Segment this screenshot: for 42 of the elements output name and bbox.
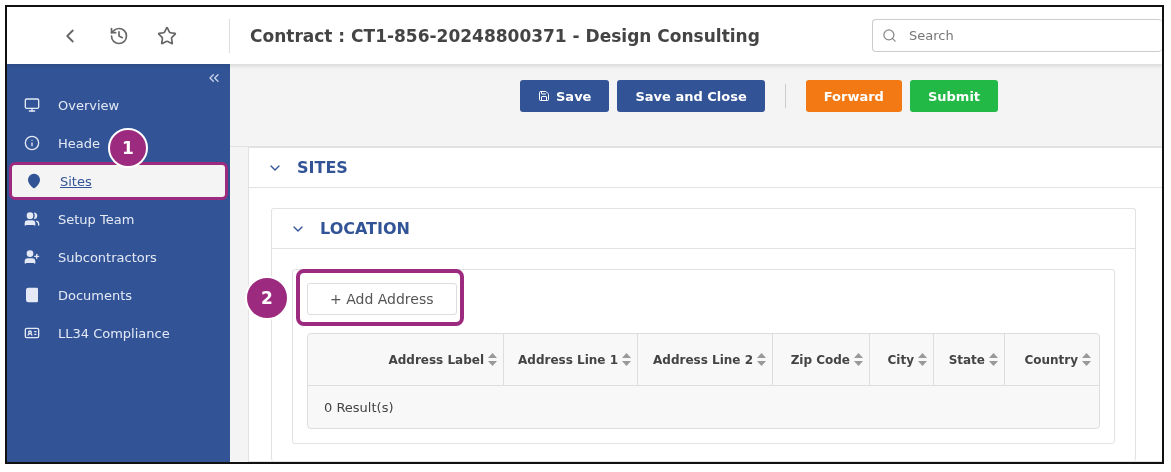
sidebar-item[interactable]: Documents — [7, 276, 138, 314]
section-title: LOCATION — [320, 219, 410, 238]
column-header[interactable]: Address Line 2 — [638, 334, 773, 385]
column-header[interactable]: City — [870, 334, 934, 385]
sort-icon[interactable] — [1082, 353, 1091, 366]
sort-icon[interactable] — [918, 353, 927, 366]
people-icon — [24, 211, 40, 227]
toolbar-button[interactable]: Save and Close — [617, 80, 765, 112]
sidebar-item[interactable]: Heade — [7, 124, 105, 162]
star-icon[interactable] — [157, 25, 177, 46]
sort-icon[interactable] — [622, 353, 631, 366]
toolbar-button[interactable]: Save — [520, 80, 610, 112]
column-header[interactable]: Address Line 1 — [504, 334, 638, 385]
page-title: Contract : CT1-856-20248800371 - Design Consulting — [250, 25, 761, 46]
callout-badge: 1 — [108, 128, 148, 168]
sidebar-item[interactable]: Setup Team — [7, 200, 140, 238]
result-count: 0 Result(s) — [323, 398, 395, 417]
sidebar-item[interactable]: Overview — [7, 86, 125, 124]
column-header[interactable]: Zip Code — [773, 334, 870, 385]
book-icon — [24, 287, 40, 303]
search-field[interactable]: Search — [872, 19, 1162, 52]
callout-badge: 2 — [245, 276, 289, 320]
sidebar-item[interactable]: LL34 Compliance — [7, 314, 175, 352]
history-icon[interactable] — [109, 25, 129, 46]
column-header[interactable]: Country — [1005, 334, 1097, 385]
sort-icon[interactable] — [854, 353, 863, 366]
sort-icon[interactable] — [989, 353, 998, 366]
sort-icon[interactable] — [488, 353, 497, 366]
person-plus-icon — [24, 249, 40, 265]
column-header[interactable]: Address Label — [308, 334, 504, 385]
section-title: SITES — [297, 158, 348, 177]
sidebar-item[interactable]: Sites — [9, 162, 228, 200]
search-icon — [882, 28, 897, 43]
monitor-icon — [24, 97, 40, 113]
sort-icon[interactable] — [757, 353, 766, 366]
map-pin-icon — [26, 173, 42, 189]
id-card-icon — [24, 325, 40, 341]
sidebar-item[interactable]: Subcontractors — [7, 238, 162, 276]
column-header[interactable]: State — [934, 334, 1005, 385]
info-icon — [24, 135, 40, 151]
add-address-button[interactable]: + Add Address — [307, 283, 457, 315]
save-icon — [538, 90, 550, 102]
